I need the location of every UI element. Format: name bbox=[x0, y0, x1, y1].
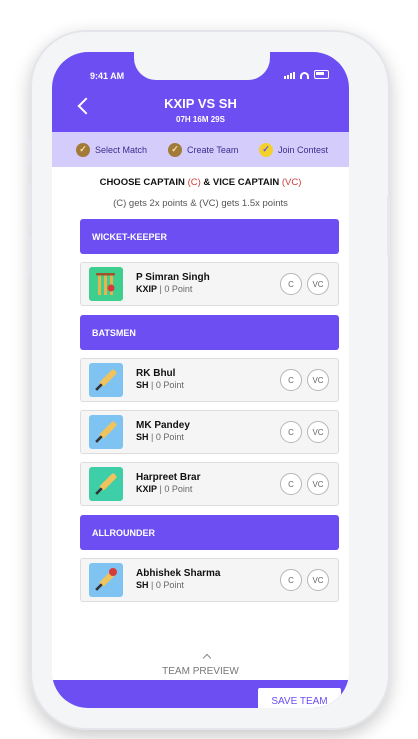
step-select-match[interactable]: ✓ Select Match bbox=[76, 142, 148, 157]
signal-icon bbox=[284, 72, 295, 79]
phone-volume-down-button bbox=[28, 236, 31, 278]
player-team-points: SH | 0 Point bbox=[136, 432, 184, 442]
step-label: Select Match bbox=[95, 144, 148, 155]
heading-text: CHOOSE CAPTAIN bbox=[99, 177, 185, 188]
player-team-points: KXIP | 0 Point bbox=[136, 484, 192, 494]
captain-tag: (C) bbox=[187, 177, 201, 188]
player-team: SH bbox=[136, 580, 149, 590]
player-card[interactable]: Harpreet Brar KXIP | 0 Point C VC bbox=[80, 462, 339, 506]
app-header: 9:41 AM KXIP VS SH 07H 16M 29S bbox=[52, 52, 349, 132]
save-team-button[interactable]: SAVE TEAM bbox=[258, 688, 341, 708]
phone-mute-button bbox=[28, 140, 31, 166]
captain-button[interactable]: C bbox=[280, 473, 302, 495]
step-join-contest[interactable]: ✓ Join Contest bbox=[259, 142, 329, 157]
bat-and-ball-icon bbox=[89, 563, 123, 597]
phone-notch bbox=[134, 52, 270, 80]
player-points: | 0 Point bbox=[159, 284, 193, 294]
captain-button[interactable]: C bbox=[280, 421, 302, 443]
step-create-team[interactable]: ✓ Create Team bbox=[168, 142, 239, 157]
player-name: P Simran Singh bbox=[136, 272, 210, 283]
player-team: KXIP bbox=[136, 284, 158, 294]
vice-captain-button[interactable]: VC bbox=[307, 273, 329, 295]
player-points: | 0 Point bbox=[151, 580, 184, 590]
player-points: | 0 Point bbox=[159, 484, 193, 494]
player-name: RK Bhul bbox=[136, 368, 176, 379]
player-team-points: SH | 0 Point bbox=[136, 580, 184, 590]
status-time: 9:41 AM bbox=[90, 71, 125, 81]
player-team: SH bbox=[136, 380, 149, 390]
player-points: | 0 Point bbox=[151, 432, 184, 442]
step-label: Join Contest bbox=[278, 144, 329, 155]
wifi-icon bbox=[300, 72, 309, 79]
player-name: Abhishek Sharma bbox=[136, 568, 221, 579]
vice-captain-button[interactable]: VC bbox=[307, 369, 329, 391]
team-preview-link[interactable]: TEAM PREVIEW bbox=[52, 666, 349, 677]
player-card[interactable]: RK Bhul SH | 0 Point C VC bbox=[80, 358, 339, 402]
page-heading: CHOOSE CAPTAIN (C) & VICE CAPTAIN (VC) bbox=[52, 177, 349, 188]
captain-button[interactable]: C bbox=[280, 369, 302, 391]
vice-captain-button[interactable]: VC bbox=[307, 421, 329, 443]
player-name: Harpreet Brar bbox=[136, 472, 201, 483]
wickets-icon bbox=[89, 267, 123, 301]
cricket-bat-icon bbox=[89, 415, 123, 449]
heading-text-vice: & VICE CAPTAIN bbox=[203, 177, 280, 188]
match-title: KXIP VS SH bbox=[164, 96, 237, 111]
phone-power-button bbox=[387, 196, 390, 256]
app-screen: 9:41 AM KXIP VS SH 07H 16M 29S ✓ Select … bbox=[52, 52, 349, 708]
check-icon: ✓ bbox=[76, 142, 90, 157]
player-team: SH bbox=[136, 432, 149, 442]
captain-button[interactable]: C bbox=[280, 569, 302, 591]
vice-captain-button[interactable]: VC bbox=[307, 569, 329, 591]
progress-steps: ✓ Select Match ✓ Create Team ✓ Join Cont… bbox=[52, 132, 349, 167]
section-batsmen: BATSMEN bbox=[80, 315, 339, 350]
check-icon: ✓ bbox=[168, 142, 182, 157]
check-icon: ✓ bbox=[259, 142, 273, 157]
chevron-up-icon[interactable] bbox=[202, 653, 212, 663]
section-wicket-keeper: WICKET-KEEPER bbox=[80, 219, 339, 254]
player-card[interactable]: P Simran Singh KXIP | 0 Point C VC bbox=[80, 262, 339, 306]
status-icons bbox=[284, 70, 329, 79]
section-allrounder: ALLROUNDER bbox=[80, 515, 339, 550]
vice-captain-tag: (VC) bbox=[281, 177, 302, 188]
captain-button[interactable]: C bbox=[280, 273, 302, 295]
vice-captain-button[interactable]: VC bbox=[307, 473, 329, 495]
cricket-bat-icon bbox=[89, 363, 123, 397]
points-rule: (C) gets 2x points & (VC) gets 1.5x poin… bbox=[113, 198, 288, 209]
player-card[interactable]: MK Pandey SH | 0 Point C VC bbox=[80, 410, 339, 454]
phone-volume-up-button bbox=[28, 184, 31, 226]
battery-icon bbox=[314, 70, 329, 79]
player-points: | 0 Point bbox=[151, 380, 184, 390]
player-team: KXIP bbox=[136, 484, 158, 494]
player-team-points: KXIP | 0 Point bbox=[136, 284, 192, 294]
match-countdown: 07H 16M 29S bbox=[176, 115, 225, 124]
player-team-points: SH | 0 Point bbox=[136, 380, 184, 390]
player-card[interactable]: Abhishek Sharma SH | 0 Point C VC bbox=[80, 558, 339, 602]
cricket-bat-icon bbox=[89, 467, 123, 501]
player-name: MK Pandey bbox=[136, 420, 190, 431]
step-label: Create Team bbox=[187, 144, 239, 155]
